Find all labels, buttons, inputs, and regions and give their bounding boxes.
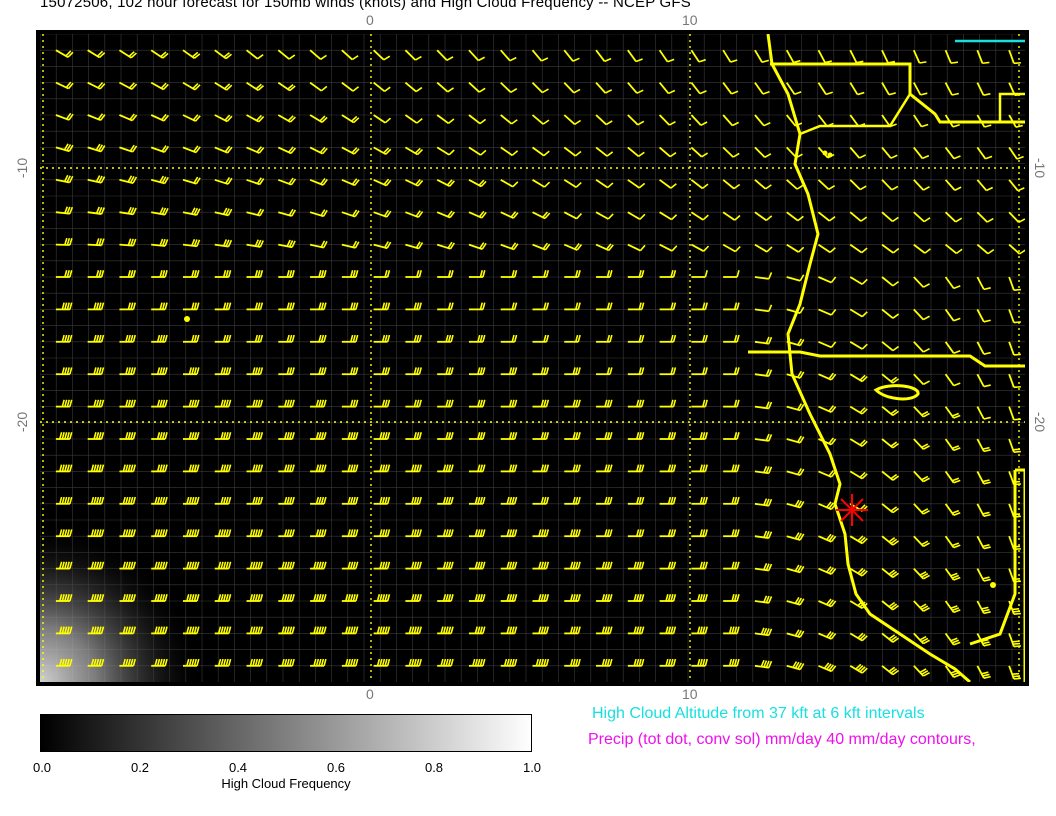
- precip-legend: Precip (tot dot, conv sol) mm/day 40 mm/…: [588, 731, 976, 748]
- grid-lines: [40, 34, 1025, 682]
- lon-label-top-0: 0: [366, 12, 374, 28]
- colorbar-tick: 0.4: [228, 760, 248, 775]
- colorbar: [40, 714, 532, 752]
- chart-title: 15072506, 102 hour forecast for 150mb wi…: [40, 0, 691, 11]
- colorbar-tick: 1.0: [522, 760, 542, 775]
- lat-label-left-10: -10: [14, 157, 31, 179]
- island-dot: [184, 316, 190, 322]
- cloud-altitude-legend: High Cloud Altitude from 37 kft at 6 kft…: [592, 705, 925, 722]
- island-dot: [990, 582, 996, 588]
- lon-label-bottom-10: 10: [682, 686, 698, 702]
- colorbar-tick: 0.2: [130, 760, 150, 775]
- colorbar-tick: 0.0: [32, 760, 52, 775]
- lon-label-bottom-0: 0: [366, 686, 374, 702]
- colorbar-tick: 0.8: [424, 760, 444, 775]
- lat-label-right-20: -20: [1032, 411, 1049, 433]
- colorbar-tick: 0.6: [326, 760, 346, 775]
- lon-label-top-10: 10: [682, 12, 698, 28]
- colorbar-title: High Cloud Frequency: [221, 776, 351, 791]
- map-canvas: [40, 34, 1025, 682]
- lat-label-left-20: -20: [14, 411, 31, 433]
- lat-label-right-10: -10: [1032, 157, 1049, 179]
